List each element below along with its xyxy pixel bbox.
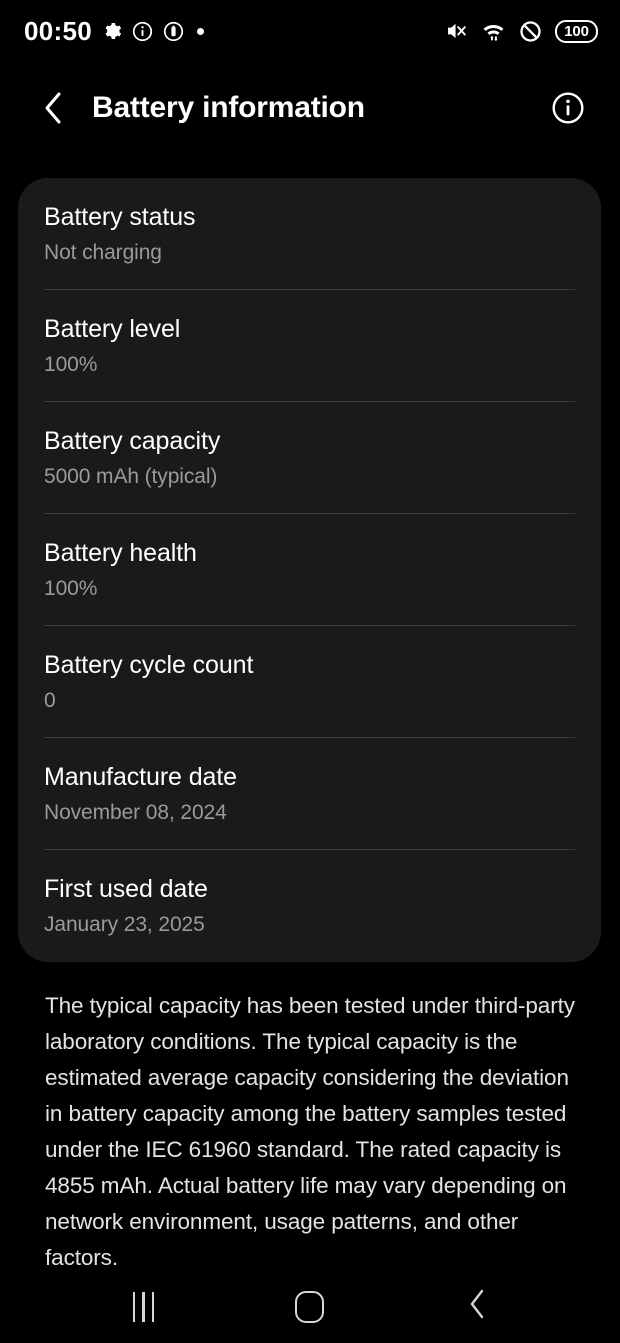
row-value: 100% (44, 576, 98, 600)
table-row[interactable]: First used date January 23, 2025 (18, 850, 601, 962)
home-button[interactable] (275, 1278, 345, 1336)
row-value: 0 (44, 688, 56, 712)
back-chevron-icon[interactable] (36, 91, 70, 125)
recents-button[interactable] (108, 1278, 178, 1336)
battery-percent-label: 100 (564, 22, 589, 40)
row-label: Battery status (44, 202, 196, 231)
row-value: 5000 mAh (typical) (44, 464, 218, 488)
table-row[interactable]: Manufacture date November 08, 2024 (18, 738, 601, 850)
table-row[interactable]: Battery capacity 5000 mAh (typical) (18, 402, 601, 514)
row-value: January 23, 2025 (44, 912, 205, 936)
info-icon[interactable] (550, 90, 586, 126)
do-not-disturb-icon (519, 20, 542, 43)
info-circle-icon (132, 21, 153, 42)
battery-status-badge: 100 (555, 19, 598, 43)
row-value: Not charging (44, 240, 162, 264)
capacity-disclaimer-text: The typical capacity has been tested und… (45, 993, 575, 1265)
table-row[interactable]: Battery cycle count 0 (18, 626, 601, 738)
dot-icon (197, 27, 204, 35)
row-label: Battery level (44, 314, 181, 343)
row-value: November 08, 2024 (44, 800, 227, 824)
status-clock: 00:50 (24, 16, 92, 46)
recents-icon (132, 1291, 155, 1322)
table-row[interactable]: Battery status Not charging (18, 178, 601, 290)
battery-circle-icon (163, 21, 184, 42)
battery-info-card: Battery status Not charging Battery leve… (18, 178, 601, 962)
back-icon (466, 1288, 488, 1325)
status-bar-right: 100 (444, 19, 598, 43)
table-row[interactable]: Battery health 100% (18, 514, 601, 626)
row-value: 100% (44, 352, 98, 376)
row-label: Battery cycle count (44, 650, 254, 679)
page-title: Battery information (92, 91, 365, 124)
row-label: First used date (44, 874, 208, 903)
row-label: Battery health (44, 538, 197, 567)
home-icon (295, 1290, 325, 1323)
wifi-icon (481, 20, 506, 42)
status-bar-left: 00:50 (24, 18, 204, 44)
gear-icon (102, 21, 122, 41)
row-label: Battery capacity (44, 426, 221, 455)
table-row[interactable]: Battery level 100% (18, 290, 601, 402)
mute-icon (444, 20, 468, 42)
navigation-bar (0, 1270, 620, 1343)
row-label: Manufacture date (44, 762, 237, 791)
status-bar: 00:50 100 (0, 0, 620, 62)
app-header: Battery information (0, 62, 620, 154)
back-button[interactable] (442, 1278, 512, 1336)
